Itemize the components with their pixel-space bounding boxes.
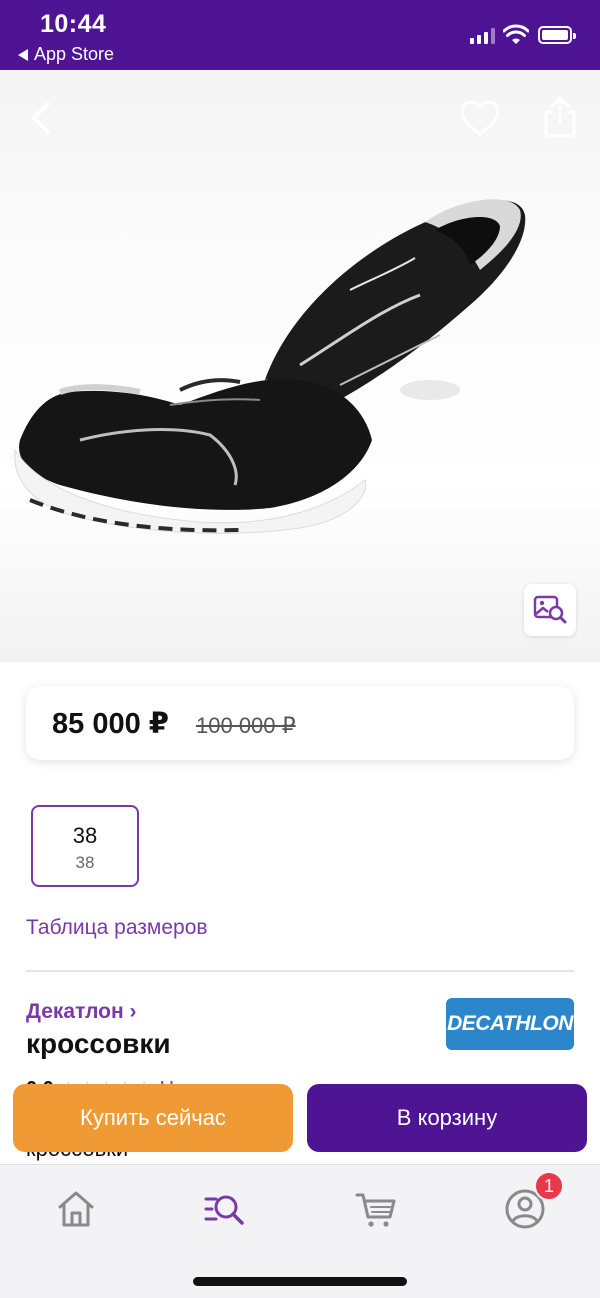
- wifi-icon: [503, 24, 529, 44]
- product-image: [14, 199, 526, 534]
- divider: [26, 970, 574, 972]
- status-time: 10:44: [40, 10, 107, 38]
- battery-icon: [538, 26, 576, 44]
- home-icon[interactable]: [54, 1187, 98, 1231]
- size-option-38[interactable]: 38 38: [31, 805, 139, 887]
- size-label: 38: [72, 823, 98, 848]
- size-table-link[interactable]: Таблица размеров: [26, 916, 208, 940]
- image-search-icon: [533, 595, 567, 624]
- size-sub-label: 38: [75, 853, 95, 872]
- price-card: 85 000 ₽ 100 000 ₽: [26, 686, 574, 760]
- back-triangle-icon: [18, 48, 28, 61]
- cart-count-badge: 1: [534, 1171, 564, 1201]
- product-title: кроссовки: [26, 1028, 171, 1059]
- back-to-app-link[interactable]: App Store: [18, 44, 114, 65]
- cart-icon[interactable]: [354, 1187, 398, 1231]
- add-to-cart-button[interactable]: В корзину: [307, 1084, 587, 1152]
- heart-icon[interactable]: [458, 98, 502, 138]
- buy-now-button[interactable]: Купить сейчас: [13, 1084, 293, 1152]
- home-indicator[interactable]: [193, 1277, 407, 1286]
- current-price: 85 000 ₽: [52, 708, 169, 740]
- chevron-left-icon[interactable]: [22, 98, 62, 138]
- brand-link[interactable]: Декатлон ›: [26, 1000, 137, 1024]
- share-icon[interactable]: [540, 94, 580, 140]
- product-image-gallery[interactable]: [0, 70, 600, 662]
- brand-logo[interactable]: DECATHLON: [446, 998, 574, 1050]
- status-bar: 10:44 App Store: [0, 0, 600, 70]
- catalog-search-icon[interactable]: [202, 1187, 246, 1231]
- old-price: 100 000 ₽: [196, 713, 296, 738]
- cellular-signal-icon: [470, 28, 495, 44]
- back-app-label: App Store: [34, 44, 115, 64]
- image-search-button[interactable]: [524, 584, 576, 636]
